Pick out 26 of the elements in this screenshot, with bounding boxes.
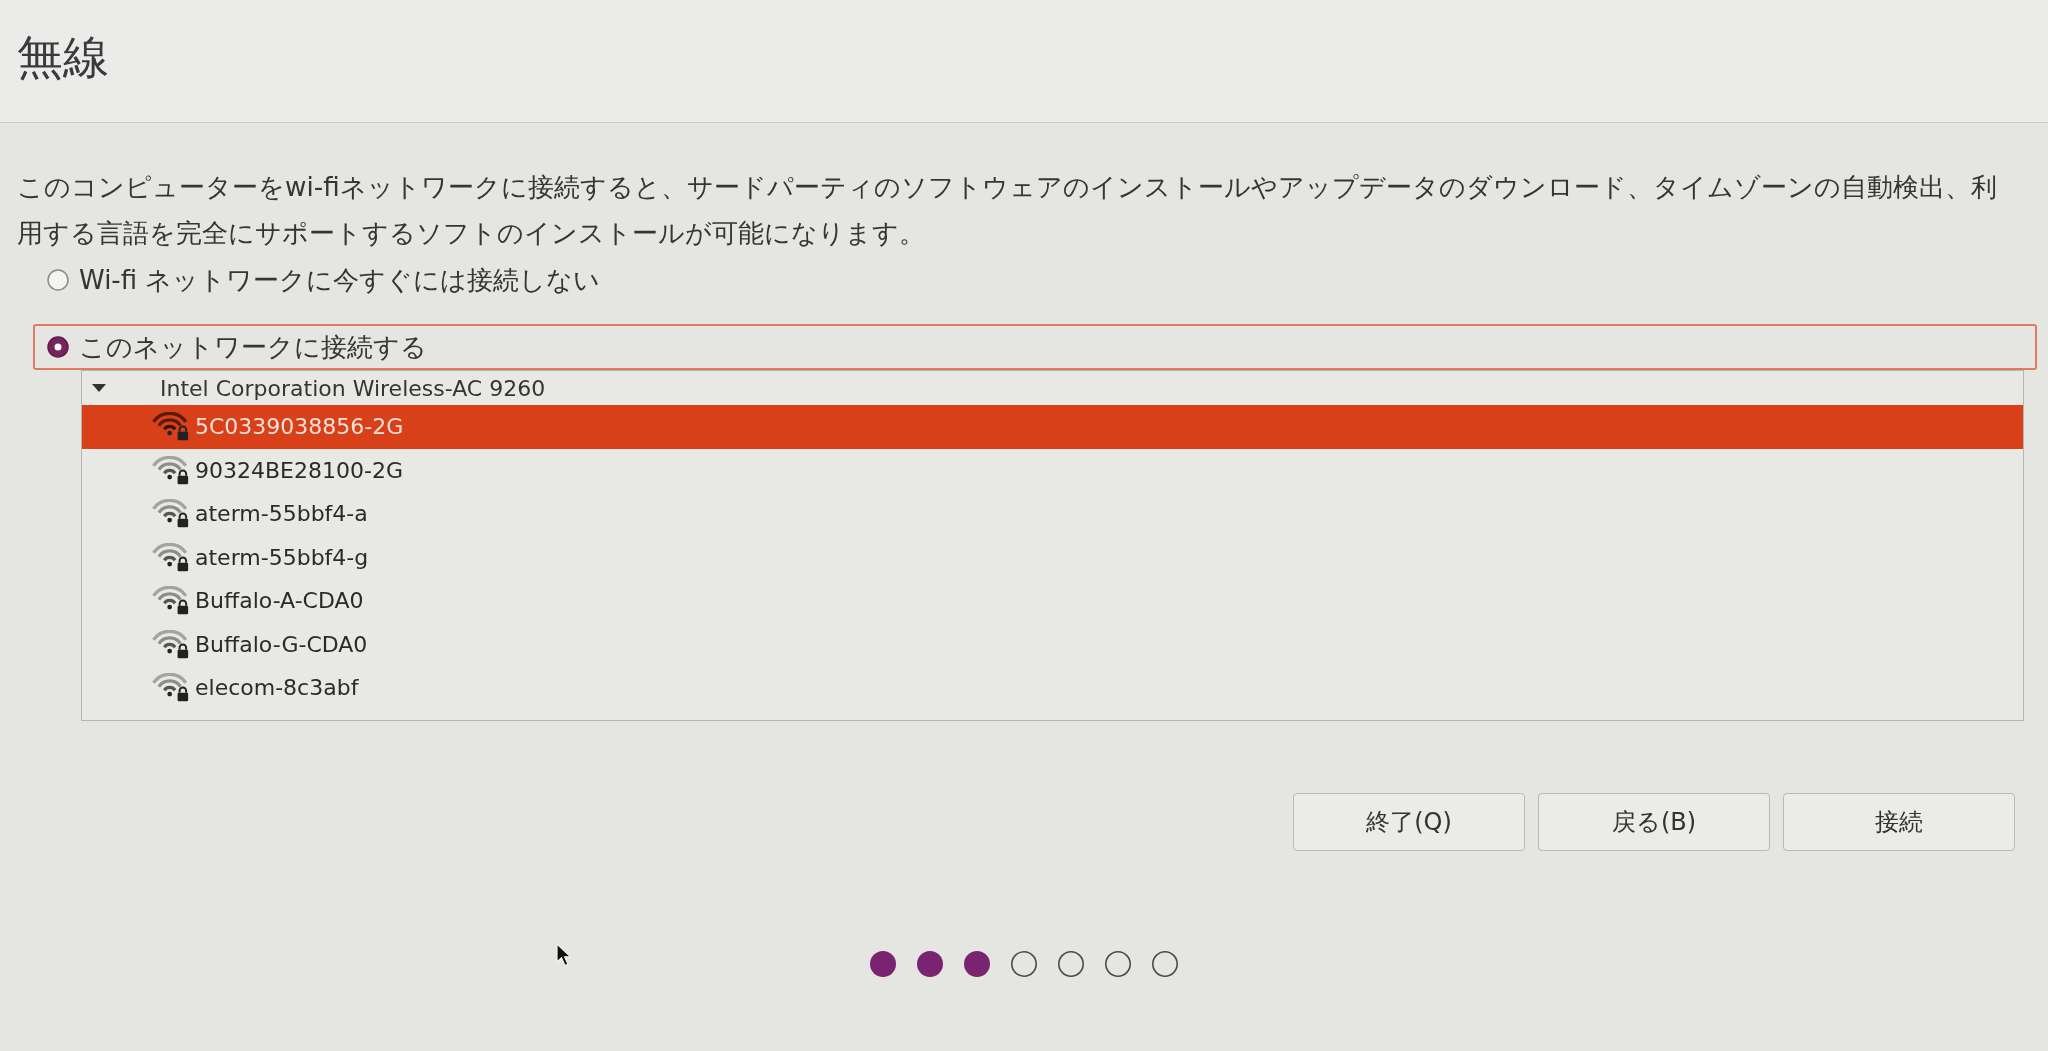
radio-icon[interactable] bbox=[47, 269, 69, 291]
wifi-lock-icon bbox=[151, 412, 191, 442]
dialog-button[interactable]: 終了(Q) bbox=[1293, 792, 1525, 851]
radio-option[interactable]: Wi-fi ネットワークに今すぐには接続しない bbox=[47, 262, 601, 298]
network-item[interactable]: Buffalo-A-CDA0 bbox=[82, 579, 2023, 623]
wifi-lock-icon bbox=[151, 499, 191, 529]
wifi-lock-icon bbox=[151, 542, 191, 572]
description-text: このコンピューターをwi-fiネットワークに接続すると、サードパーティのソフトウェアのインストールやアップデータのダウンロード、タイムゾーンの自動検出、利用する言語を完全にサポートするソフトのインストールが可能になります。 bbox=[17, 171, 1998, 250]
wifi-lock-icon bbox=[151, 629, 191, 659]
radio-icon[interactable] bbox=[47, 336, 69, 358]
adapter-name: Intel Corporation Wireless-AC 9260 bbox=[160, 375, 546, 401]
mouse-pointer-icon bbox=[556, 943, 572, 967]
page-title: 無線 bbox=[17, 30, 109, 86]
network-item[interactable]: aterm-55bbf4-a bbox=[82, 492, 2023, 536]
wifi-lock-icon bbox=[151, 586, 191, 616]
network-item[interactable]: Buffalo-G-CDA0 bbox=[82, 622, 2023, 666]
dialog-button[interactable]: 戻る(B) bbox=[1538, 792, 1770, 851]
radio-option[interactable]: このネットワークに接続する bbox=[47, 329, 427, 365]
wifi-lock-icon bbox=[151, 673, 191, 703]
network-item[interactable]: elecom-8c3abf bbox=[82, 666, 2023, 710]
network-item[interactable]: 90324BE28100-2G bbox=[82, 448, 2023, 492]
expander-triangle-icon[interactable] bbox=[92, 384, 106, 392]
dialog-button[interactable]: 接続 bbox=[1783, 792, 2015, 851]
network-item[interactable]: 5C0339038856-2G bbox=[82, 405, 2023, 449]
network-item[interactable]: aterm-55bbf4-g bbox=[82, 535, 2023, 579]
wifi-lock-icon bbox=[151, 455, 191, 485]
